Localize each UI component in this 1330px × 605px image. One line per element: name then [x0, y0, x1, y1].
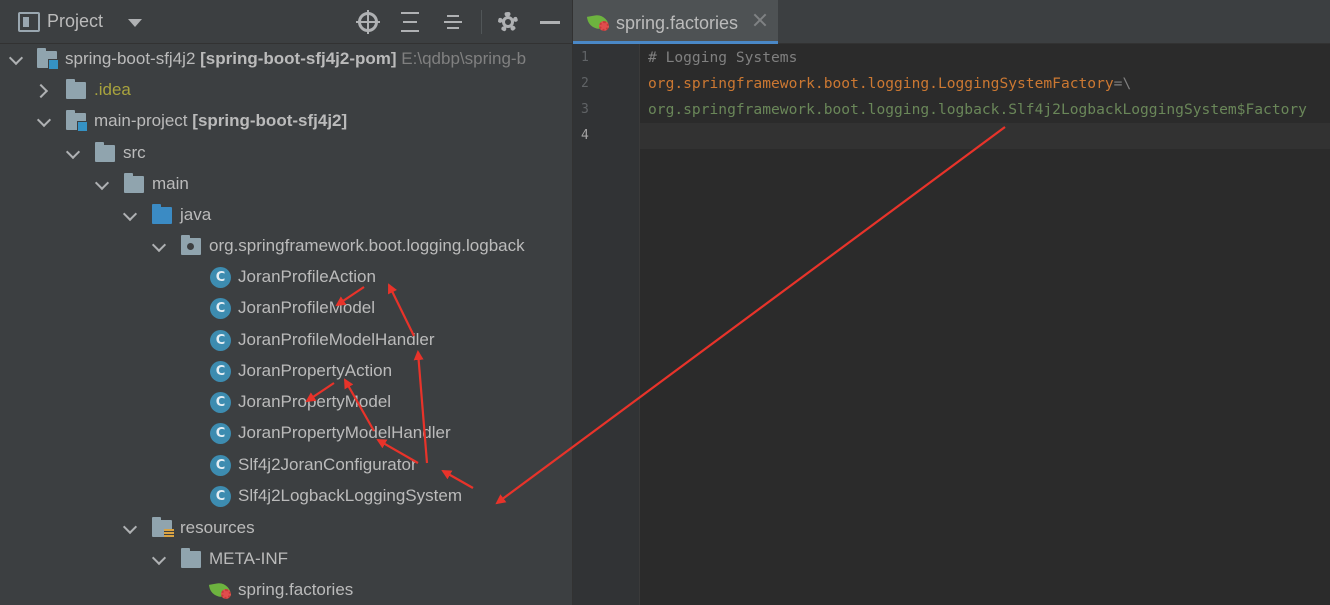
tree-node-meta-inf[interactable]: META-INF [0, 544, 572, 575]
property-operator: =\ [1113, 75, 1132, 92]
close-icon[interactable] [753, 13, 767, 27]
chevron-down-icon[interactable] [95, 177, 109, 191]
line-number: 2 [581, 76, 589, 91]
module-folder-icon [37, 48, 59, 70]
root-project-path: E:\qdbp\spring-b [401, 49, 527, 68]
tree-node-src[interactable]: src [0, 138, 572, 169]
expand-all-icon[interactable] [398, 10, 422, 34]
resources-folder-icon [152, 517, 174, 538]
class-icon: C [210, 486, 231, 507]
class-label: Slf4j2JoranConfigurator [238, 455, 417, 474]
java-folder-label: java [180, 205, 212, 224]
minimize-icon[interactable] [538, 10, 562, 34]
class-label: JoranProfileModel [238, 298, 376, 317]
class-icon: C [210, 298, 231, 319]
class-icon: C [210, 330, 231, 351]
tree-node-class[interactable]: C JoranProfileModel [0, 293, 572, 324]
meta-inf-folder-label: META-INF [209, 549, 289, 568]
code-line-2[interactable]: org.springframework.boot.logging.Logging… [648, 75, 1131, 92]
toolbar-divider [481, 10, 482, 34]
folder-icon [181, 548, 201, 568]
gear-icon[interactable] [496, 10, 520, 34]
project-panel-icon [18, 12, 40, 32]
tree-node-class[interactable]: C Slf4j2LogbackLoggingSystem [0, 481, 572, 512]
class-label: JoranProfileModelHandler [238, 330, 435, 349]
chevron-down-icon[interactable] [66, 146, 80, 160]
code-editor[interactable]: 1 2 3 4 # Logging Systems org.springfram… [572, 44, 1330, 605]
class-icon: C [210, 455, 231, 476]
chevron-down-icon[interactable] [152, 239, 166, 253]
tree-node-class[interactable]: C JoranProfileAction [0, 262, 572, 293]
folder-icon [95, 142, 115, 162]
project-tool-window: Project spring-boot-sfj4j2 [spring-boot-… [0, 0, 572, 605]
locate-icon[interactable] [356, 10, 380, 34]
class-label: JoranPropertyAction [238, 361, 393, 380]
collapse-all-icon[interactable] [441, 10, 465, 34]
editor-tab-bar: spring.factories [572, 0, 1330, 44]
tree-node-idea[interactable]: .idea [0, 75, 572, 106]
code-line-3[interactable]: org.springframework.boot.logging.logback… [648, 101, 1307, 118]
tree-node-class[interactable]: C JoranPropertyModel [0, 387, 572, 418]
tree-node-class[interactable]: C JoranPropertyAction [0, 356, 572, 387]
package-icon [181, 235, 201, 255]
tree-node-resources[interactable]: resources [0, 513, 572, 544]
folder-icon [124, 173, 144, 193]
chevron-down-icon[interactable] [128, 19, 142, 27]
spring-leaf-icon [208, 580, 232, 600]
tree-node-package[interactable]: org.springframework.boot.logging.logback [0, 231, 572, 262]
current-line-highlight [640, 123, 1330, 149]
class-icon: C [210, 392, 231, 413]
tree-node-spring-factories[interactable]: spring.factories [0, 575, 572, 605]
tree-node-class[interactable]: C Slf4j2JoranConfigurator [0, 450, 572, 481]
class-icon: C [210, 267, 231, 288]
tree-node-root-project[interactable]: spring-boot-sfj4j2 [spring-boot-sfj4j2-p… [0, 44, 572, 75]
class-label: JoranProfileAction [238, 267, 376, 286]
class-icon: C [210, 361, 231, 382]
main-project-name: main-project [94, 111, 188, 130]
property-key: org.springframework.boot.logging.Logging… [648, 75, 1114, 92]
line-number: 1 [581, 50, 589, 65]
class-label: JoranPropertyModelHandler [238, 423, 451, 442]
tree-node-main[interactable]: main [0, 169, 572, 200]
source-folder-icon [152, 204, 172, 224]
project-toolbar: Project [0, 0, 572, 44]
chevron-down-icon[interactable] [123, 208, 137, 222]
chevron-down-icon[interactable] [152, 552, 166, 566]
project-panel-title[interactable]: Project [47, 11, 103, 32]
line-number: 3 [581, 102, 589, 117]
main-project-module: [spring-boot-sfj4j2] [192, 111, 348, 130]
chevron-down-icon[interactable] [9, 52, 23, 66]
tree-node-class[interactable]: C JoranPropertyModelHandler [0, 418, 572, 449]
tab-spring-factories[interactable]: spring.factories [573, 0, 778, 44]
class-label: Slf4j2LogbackLoggingSystem [238, 486, 462, 505]
root-project-name: spring-boot-sfj4j2 [65, 49, 196, 68]
root-project-module: [spring-boot-sfj4j2-pom] [200, 49, 397, 68]
line-number-gutter: 1 2 3 4 [573, 44, 640, 605]
code-line-1[interactable]: # Logging Systems [648, 49, 797, 66]
chevron-right-icon[interactable] [36, 83, 50, 97]
spring-factories-label: spring.factories [238, 580, 354, 599]
class-icon: C [210, 423, 231, 444]
folder-icon [66, 79, 86, 99]
line-number: 4 [581, 128, 589, 143]
tree-node-class[interactable]: C JoranProfileModelHandler [0, 325, 572, 356]
main-folder-label: main [152, 174, 189, 193]
chevron-down-icon[interactable] [37, 114, 51, 128]
tree-node-main-project[interactable]: main-project [spring-boot-sfj4j2] [0, 106, 572, 137]
src-folder-label: src [123, 143, 146, 162]
tab-label: spring.factories [616, 13, 739, 33]
tree-node-java[interactable]: java [0, 200, 572, 231]
idea-folder-label: .idea [94, 80, 131, 99]
chevron-down-icon[interactable] [123, 521, 137, 535]
spring-leaf-icon [586, 12, 610, 32]
package-label: org.springframework.boot.logging.logback [209, 236, 525, 255]
class-label: JoranPropertyModel [238, 392, 392, 411]
module-folder-icon [66, 110, 88, 132]
resources-folder-label: resources [180, 518, 255, 537]
